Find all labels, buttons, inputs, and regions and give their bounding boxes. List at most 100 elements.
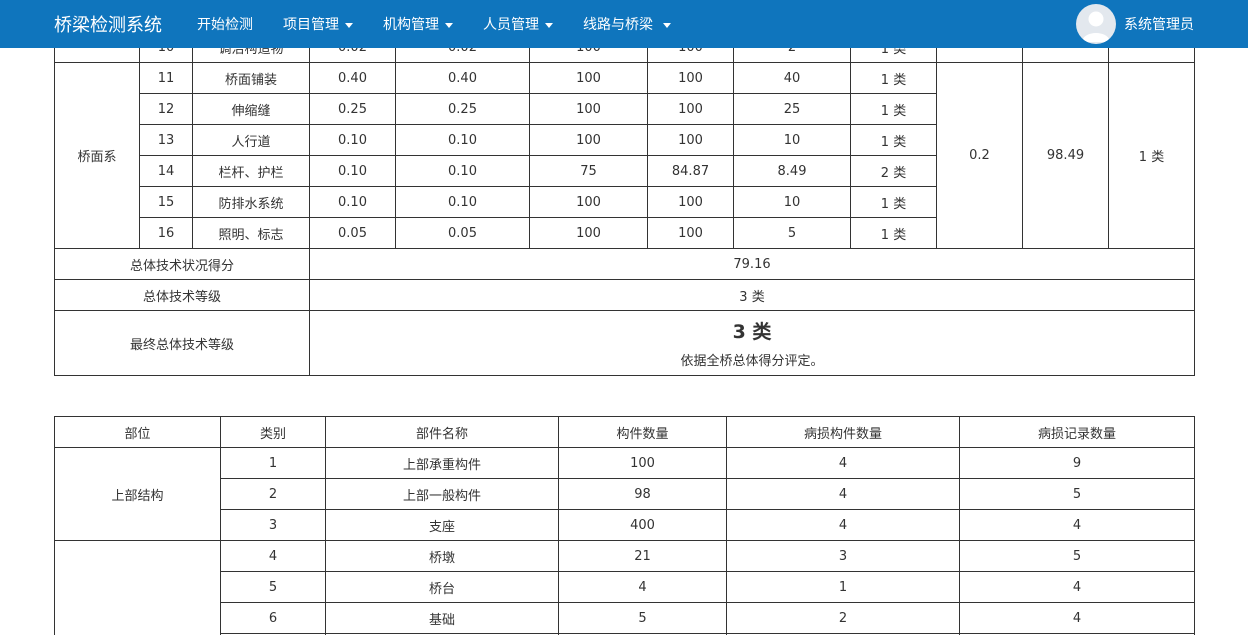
table-cell: 15 — [139, 186, 193, 218]
group-score: 98.49 — [1022, 62, 1109, 249]
table-cell: 0.10 — [309, 124, 396, 156]
nav-project-management[interactable]: 项目管理 — [283, 14, 353, 34]
table-cell: 桥墩 — [325, 540, 559, 572]
table-cell: 3 — [726, 540, 960, 572]
table-cell: 0.25 — [309, 93, 396, 125]
table-cell: 0.10 — [395, 155, 530, 187]
table-cell: 4 — [726, 447, 960, 479]
table-cell: 100 — [529, 62, 648, 94]
table-cell: 基础 — [325, 602, 559, 634]
group-grade: 1 类 — [1108, 62, 1195, 249]
nav-org-management[interactable]: 机构管理 — [383, 14, 453, 34]
table-cell: 照明、标志 — [192, 217, 310, 249]
column-header: 部位 — [54, 416, 221, 448]
table-cell: 1 类 — [850, 186, 937, 218]
table-cell: 8.49 — [733, 155, 851, 187]
table-cell: 100 — [558, 447, 727, 479]
final-grade-note: 依据全桥总体得分评定。 — [680, 354, 824, 369]
group-label: 桥面系 — [54, 62, 140, 249]
table-cell: 栏杆、护栏 — [192, 155, 310, 187]
column-header: 病损记录数量 — [959, 416, 1195, 448]
table-cell: 1 类 — [850, 93, 937, 125]
table-cell: 1 — [726, 571, 960, 603]
table-cell: 支座 — [325, 509, 559, 541]
table-cell: 100 — [529, 217, 648, 249]
table-cell: 0.10 — [309, 186, 396, 218]
table-cell: 14 — [139, 155, 193, 187]
component-stats-table: 部位 类别 部件名称 构件数量 病损构件数量 病损记录数量 上部结构 1 上部承… — [54, 416, 1195, 635]
table-cell: 4 — [959, 571, 1195, 603]
nav-item-label: 人员管理 — [483, 17, 539, 33]
total-grade-label: 总体技术等级 — [54, 279, 310, 311]
table-row: 6 基础 5 2 4 — [55, 602, 1195, 634]
table-header-row: 部位 类别 部件名称 构件数量 病损构件数量 病损记录数量 — [54, 416, 1195, 448]
column-header: 类别 — [220, 416, 326, 448]
column-header: 构件数量 — [558, 416, 727, 448]
table-cell: 0.10 — [309, 155, 396, 187]
user-name[interactable]: 系统管理员 — [1124, 14, 1194, 34]
table-cell: 400 — [558, 509, 727, 541]
table-row: 上部结构 1 上部承重构件 100 4 9 — [54, 447, 1195, 541]
table-cell: 上部承重构件 — [325, 447, 559, 479]
table-cell: 伸缩缝 — [192, 93, 310, 125]
table-cell: 100 — [647, 93, 734, 125]
total-score-label: 总体技术状况得分 — [54, 248, 310, 280]
total-score-row: 总体技术状况得分 79.16 — [54, 248, 1195, 280]
table-cell: 2 — [220, 478, 326, 510]
table-cell: 1 类 — [850, 217, 937, 249]
chevron-down-icon — [545, 22, 553, 28]
table-cell: 100 — [647, 62, 734, 94]
column-header: 部件名称 — [325, 416, 559, 448]
table-cell: 25 — [733, 93, 851, 125]
nav-route-bridge[interactable]: 线路与桥梁 — [583, 14, 671, 34]
table-cell: 84.87 — [647, 155, 734, 187]
nav-item-label: 机构管理 — [383, 17, 439, 33]
chevron-down-icon — [445, 22, 453, 28]
nav-start-inspection[interactable]: 开始检测 — [197, 14, 253, 34]
table-cell: 5 — [959, 540, 1195, 572]
table-cell: 1 — [220, 447, 326, 479]
nav-item-label: 线路与桥梁 — [583, 17, 653, 33]
nav-item-label: 开始检测 — [197, 17, 253, 33]
table-cell: 100 — [529, 186, 648, 218]
table-cell: 75 — [529, 155, 648, 187]
table-cell: 100 — [529, 93, 648, 125]
table-cell: 1 类 — [850, 124, 937, 156]
table-cell: 3 — [220, 509, 326, 541]
table-row: 2 上部一般构件 98 4 5 — [55, 478, 1195, 510]
nav-item-label: 项目管理 — [283, 17, 339, 33]
brand-title[interactable]: 桥梁检测系统 — [54, 11, 162, 37]
table-cell: 4 — [220, 540, 326, 572]
table-cell: 5 — [220, 571, 326, 603]
table-cell: 9 — [959, 447, 1195, 479]
table-cell: 10 — [733, 186, 851, 218]
table-row: 3 支座 400 4 4 — [55, 509, 1195, 541]
final-grade-label: 最终总体技术等级 — [54, 310, 310, 376]
table-cell: 0.10 — [395, 124, 530, 156]
table-cell: 100 — [647, 186, 734, 218]
evaluation-table: 10 调治构造物 0.02 0.02 100 100 2 1 类 桥面系 11 … — [54, 31, 1195, 376]
table-cell: 0.05 — [309, 217, 396, 249]
table-cell: 98 — [558, 478, 727, 510]
table-cell: 21 — [558, 540, 727, 572]
group-label — [54, 540, 221, 635]
table-cell: 1 类 — [850, 62, 937, 94]
table-cell: 11 — [139, 62, 193, 94]
user-avatar-icon[interactable] — [1076, 4, 1116, 44]
table-cell: 4 — [959, 602, 1195, 634]
table-cell: 12 — [139, 93, 193, 125]
table-cell: 上部一般构件 — [325, 478, 559, 510]
nav-staff-management[interactable]: 人员管理 — [483, 14, 553, 34]
top-navbar: 桥梁检测系统 开始检测 项目管理 机构管理 人员管理 线路与桥梁 系统管理员 — [0, 0, 1248, 48]
table-cell: 4 — [726, 478, 960, 510]
table-cell: 0.40 — [309, 62, 396, 94]
table-cell: 0.10 — [395, 186, 530, 218]
table-cell: 4 — [558, 571, 727, 603]
table-cell: 4 — [959, 509, 1195, 541]
table-cell: 2 类 — [850, 155, 937, 187]
table-cell: 100 — [647, 217, 734, 249]
table-cell: 100 — [529, 124, 648, 156]
table-cell: 16 — [139, 217, 193, 249]
table-cell: 40 — [733, 62, 851, 94]
table-cell: 13 — [139, 124, 193, 156]
